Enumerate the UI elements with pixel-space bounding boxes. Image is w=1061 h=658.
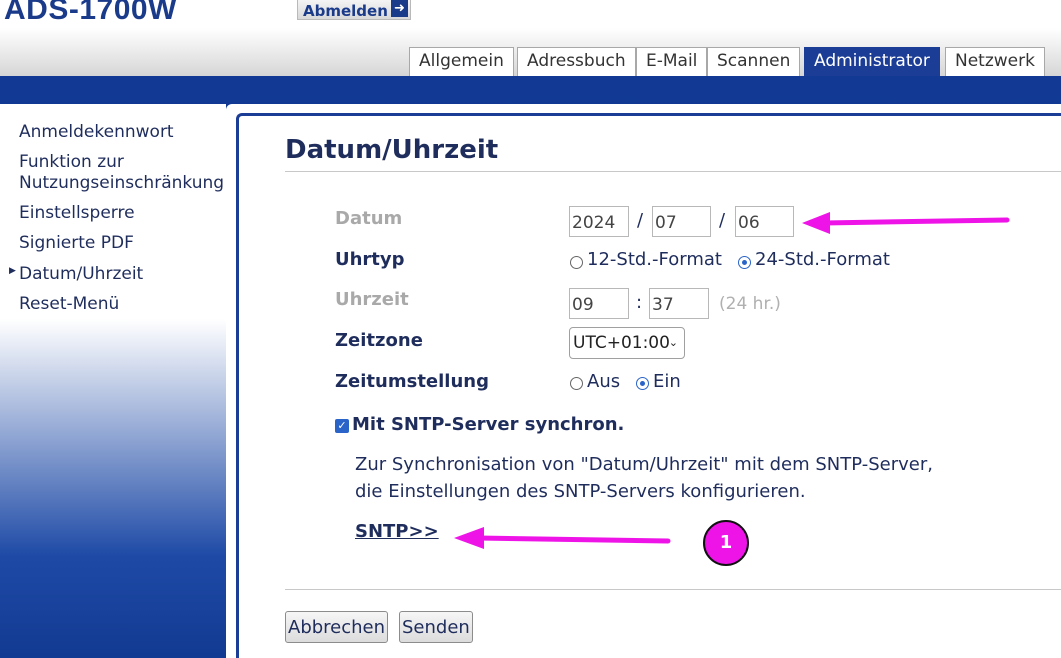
- sidebar-item-nutzungseinschraenkung[interactable]: Funktion zur Nutzungseinschränkung: [19, 152, 224, 194]
- model-name: ADS-1700W: [4, 0, 177, 26]
- clock-type-label: Uhrtyp: [335, 249, 405, 270]
- sidebar-item-reset-menu[interactable]: Reset-Menü: [19, 294, 119, 315]
- time-format-hint: (24 hr.): [719, 294, 781, 314]
- option-24h-label: 24-Std.-Format: [755, 249, 890, 270]
- form-divider: [285, 589, 1061, 590]
- option-12h-label: 12-Std.-Format: [587, 249, 722, 270]
- option-dst-off-label: Aus: [587, 371, 621, 392]
- date-month-input[interactable]: [652, 206, 711, 237]
- header-bar: ADS-1700W Abmelden ➜: [0, 0, 1061, 28]
- tab-adressbuch[interactable]: Adressbuch: [517, 47, 636, 76]
- date-day-input[interactable]: [735, 206, 794, 237]
- tab-email[interactable]: E-Mail: [636, 47, 708, 76]
- annotation-arrow-date: [802, 212, 1010, 234]
- sidebar-item-label-line1: Funktion zur: [19, 152, 124, 172]
- option-dst-on-label: Ein: [653, 371, 681, 392]
- date-separator: /: [637, 210, 644, 231]
- tab-administrator[interactable]: Administrator: [804, 47, 940, 76]
- page-title: Datum/Uhrzeit: [285, 135, 499, 165]
- annotation-arrow-sntp: [454, 527, 671, 549]
- sidebar-item-anmeldekennwort[interactable]: Anmeldekennwort: [19, 122, 174, 143]
- timezone-value: UTC+01:00: [573, 333, 670, 353]
- cancel-button[interactable]: Abbrechen: [285, 611, 389, 643]
- sntp-sync-checkbox[interactable]: ✓: [335, 419, 349, 433]
- date-separator: /: [719, 210, 726, 231]
- radio-24h[interactable]: [738, 256, 751, 269]
- logout-label: Abmelden: [303, 2, 388, 20]
- tab-scannen[interactable]: Scannen: [707, 47, 801, 76]
- sidebar-item-label-line2: Nutzungseinschränkung: [19, 173, 225, 193]
- tab-allgemein[interactable]: Allgemein: [409, 47, 514, 76]
- title-divider: [285, 171, 1061, 172]
- time-minute-input[interactable]: [649, 288, 709, 319]
- main-tab-strip: Allgemein Adressbuch E-Mail Scannen Admi…: [0, 28, 1061, 76]
- tab-netzwerk[interactable]: Netzwerk: [945, 47, 1045, 76]
- time-label: Uhrzeit: [335, 289, 409, 310]
- timezone-select[interactable]: UTC+01:00 ⌄: [569, 327, 685, 359]
- timezone-label: Zeitzone: [335, 330, 423, 351]
- radio-dst-on[interactable]: [636, 377, 649, 390]
- dst-label: Zeitumstellung: [335, 371, 489, 392]
- radio-dst-off[interactable]: [570, 377, 583, 390]
- active-item-arrow-icon: ▶: [9, 266, 16, 276]
- date-year-input[interactable]: [569, 206, 629, 237]
- sntp-sync-label: Mit SNTP-Server synchron.: [352, 414, 625, 435]
- sntp-description-line1: Zur Synchronisation von "Datum/Uhrzeit" …: [355, 454, 933, 475]
- sidebar-item-einstellsperre[interactable]: Einstellsperre: [19, 203, 135, 224]
- logout-button[interactable]: Abmelden ➜: [297, 0, 411, 20]
- sidebar-item-datum-uhrzeit[interactable]: Datum/Uhrzeit: [2, 260, 226, 290]
- annotation-badge: 1: [703, 520, 749, 566]
- radio-12h[interactable]: [570, 256, 583, 269]
- sntp-description-line2: die Einstellungen des SNTP-Servers konfi…: [355, 481, 806, 502]
- time-hour-input[interactable]: [569, 288, 629, 319]
- logout-arrow-icon: ➜: [390, 0, 408, 17]
- sidebar-gradient: [0, 319, 226, 658]
- submit-button[interactable]: Senden: [399, 611, 473, 643]
- sntp-settings-link[interactable]: SNTP>>: [355, 521, 439, 542]
- time-separator: :: [636, 292, 643, 313]
- sidebar-item-signierte-pdf[interactable]: Signierte PDF: [19, 233, 134, 254]
- date-label: Datum: [335, 208, 403, 229]
- chevron-down-icon: ⌄: [668, 336, 678, 349]
